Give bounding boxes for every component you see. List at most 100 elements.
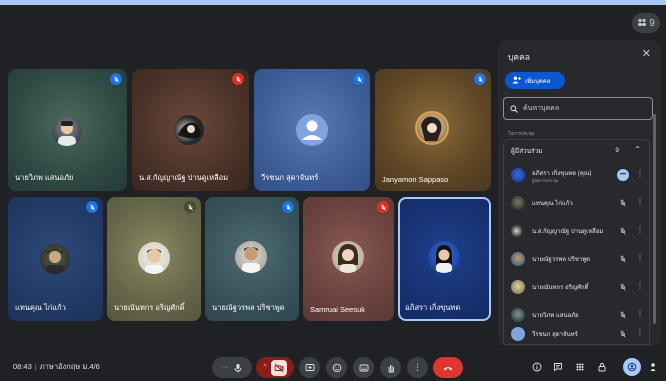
emoji-icon bbox=[332, 363, 341, 372]
avatar bbox=[511, 252, 525, 266]
mic-off-icon bbox=[620, 199, 626, 207]
mic-off-icon bbox=[353, 73, 365, 85]
reactions-button[interactable] bbox=[326, 357, 347, 378]
more-options-icon[interactable]: ⋮ bbox=[636, 253, 644, 262]
raise-hand-button[interactable] bbox=[380, 357, 401, 378]
participant-tile[interactable]: นายวิภพ แสนอภัย bbox=[8, 69, 127, 191]
person-name: แทนคุณ ไก่แก้ว bbox=[532, 201, 573, 207]
avatar bbox=[235, 241, 267, 273]
chevron-up-icon: ⌃ bbox=[634, 145, 641, 154]
participant-name: Janyamon Sappaso bbox=[382, 175, 449, 184]
activities-icon[interactable] bbox=[574, 361, 586, 373]
people-icon[interactable] bbox=[623, 358, 641, 376]
participant-tile[interactable]: นายณัฐวรพล ปริชาพูด bbox=[205, 197, 299, 321]
avatar bbox=[511, 308, 525, 322]
mic-off-icon bbox=[377, 201, 389, 213]
more-options-icon[interactable]: ⋮ bbox=[636, 169, 644, 178]
more-vert-icon: ⋮ bbox=[413, 362, 422, 372]
avatar bbox=[332, 241, 364, 273]
layout-toggle-button[interactable]: 9 bbox=[632, 13, 660, 33]
person-name: นายณัฐวรพล ปริชาพูด bbox=[532, 257, 591, 263]
more-audio-icon: ••• bbox=[617, 169, 629, 181]
participant-name: Samruai Seesuk bbox=[310, 305, 366, 314]
grid-people-icon bbox=[637, 18, 647, 29]
captions-button[interactable] bbox=[353, 357, 374, 378]
mic-icon bbox=[234, 363, 241, 372]
mic-off-icon bbox=[620, 255, 626, 263]
list-item[interactable]: แทนคุณ ไก่แก้ว ⋮ bbox=[504, 191, 651, 215]
participants-header[interactable]: ผู้มีส่วนร่วม 9 ⌃ bbox=[504, 140, 649, 162]
host-controls-icon[interactable] bbox=[596, 361, 608, 373]
search-placeholder: ค้นหาบุคคล bbox=[523, 105, 560, 112]
avatar bbox=[40, 244, 70, 274]
participant-tile-self[interactable]: อภิสรา เกิ่งขุนทด bbox=[398, 197, 491, 321]
chat-icon[interactable] bbox=[552, 361, 564, 373]
panel-scrollbar[interactable] bbox=[653, 114, 656, 324]
person-name: วีรชนก สุดาจันทร์ bbox=[532, 332, 578, 338]
mic-control[interactable]: ··· bbox=[212, 357, 252, 378]
participant-name: น.ส.กัญญาณัฐ ปานดูเหลือม bbox=[139, 173, 229, 182]
layout-count: 9 bbox=[649, 17, 655, 29]
present-icon bbox=[305, 363, 314, 371]
avatar bbox=[428, 241, 460, 273]
camera-control[interactable]: ^ bbox=[256, 357, 294, 378]
mic-off-icon bbox=[620, 330, 626, 338]
avatar bbox=[52, 116, 82, 146]
more-options-icon[interactable]: ⋮ bbox=[636, 281, 644, 290]
list-item[interactable]: อภิสรา เกิ่งขุนทด (คุณ) ผู้จัดการประชุม … bbox=[504, 163, 651, 187]
person-role: ผู้จัดการประชุม bbox=[532, 178, 559, 183]
mic-off-icon bbox=[474, 73, 486, 85]
avatar bbox=[296, 114, 328, 146]
camera-off-icon bbox=[270, 359, 287, 376]
more-options-icon[interactable]: ⋮ bbox=[636, 197, 644, 206]
avatar bbox=[511, 168, 525, 182]
lock-person-icon[interactable] bbox=[647, 361, 659, 373]
person-name: นายวิภพ แสนอภัย bbox=[532, 313, 579, 319]
more-options-icon[interactable]: ⋮ bbox=[636, 309, 644, 318]
participant-tile[interactable]: แทนคุณ ไก่แก้ว bbox=[8, 197, 103, 321]
participants-list: ผู้มีส่วนร่วม 9 ⌃ อภิสรา เกิ่งขุนทด (คุณ… bbox=[503, 139, 650, 345]
list-item[interactable]: นายณันทกร อริญศักดิ์ ⋮ bbox=[504, 275, 651, 299]
mic-off-icon bbox=[110, 73, 122, 85]
leave-call-button[interactable] bbox=[433, 357, 463, 378]
mic-off-icon bbox=[86, 201, 98, 213]
mic-off-icon bbox=[184, 201, 196, 213]
captions-icon bbox=[359, 364, 368, 371]
mic-off-icon bbox=[620, 227, 626, 235]
info-icon[interactable] bbox=[531, 361, 543, 373]
avatar bbox=[138, 242, 170, 274]
participant-name: นายณัฐวรพล ปริชาพูด bbox=[212, 303, 285, 312]
meeting-name: ภาษาอังกฤษ ม.4/6 bbox=[39, 362, 100, 371]
participant-tile[interactable]: นายณันทกร อริญศักดิ์ bbox=[107, 197, 201, 321]
avatar bbox=[511, 280, 525, 294]
participant-name: วีรชนก สุดาจันทร์ bbox=[261, 173, 319, 182]
participant-name: นายวิภพ แสนอภัย bbox=[15, 173, 74, 182]
participants-header-label: ผู้มีส่วนร่วม bbox=[511, 148, 543, 155]
list-item[interactable]: น.ส.กัญญาณัฐ ปานดูเหลือม ⋮ bbox=[504, 219, 651, 243]
add-people-label: เพิ่มบุคคล bbox=[525, 78, 551, 85]
more-options-icon[interactable]: ⋮ bbox=[636, 328, 644, 337]
hand-icon bbox=[388, 364, 394, 372]
avatar bbox=[174, 115, 204, 145]
more-options-icon[interactable]: ⋮ bbox=[636, 225, 644, 234]
section-caption: ในการประชุม bbox=[508, 131, 535, 136]
participant-name: แทนคุณ ไก่แก้ว bbox=[15, 303, 66, 312]
list-item[interactable]: นายณัฐวรพล ปริชาพูด ⋮ bbox=[504, 247, 651, 271]
close-icon[interactable]: ✕ bbox=[642, 47, 651, 60]
participant-tile[interactable]: วีรชนก สุดาจันทร์ bbox=[254, 69, 370, 191]
people-panel: บุคคล ✕ เพิ่มบุคคล ค้นหาบุคคล ในการประชุ… bbox=[498, 40, 661, 346]
participants-count: 9 bbox=[615, 147, 619, 154]
participant-tile[interactable]: น.ส.กัญญาณัฐ ปานดูเหลือม bbox=[132, 69, 249, 191]
add-people-button[interactable]: เพิ่มบุคคล bbox=[505, 72, 565, 89]
search-icon bbox=[510, 100, 518, 118]
mic-off-icon bbox=[620, 283, 626, 291]
chevron-up-icon: ^ bbox=[263, 364, 267, 371]
list-item[interactable]: วีรชนก สุดาจันทร์ ⋮ bbox=[504, 322, 651, 346]
more-options-button[interactable]: ⋮ bbox=[407, 357, 428, 378]
search-input[interactable]: ค้นหาบุคคล bbox=[503, 97, 653, 120]
avatar bbox=[511, 196, 525, 210]
present-button[interactable] bbox=[299, 357, 320, 378]
participant-tile[interactable]: Janyamon Sappaso bbox=[375, 69, 491, 191]
participant-tile[interactable]: Samruai Seesuk bbox=[303, 197, 394, 321]
person-name: นายณันทกร อริญศักดิ์ bbox=[532, 285, 589, 291]
